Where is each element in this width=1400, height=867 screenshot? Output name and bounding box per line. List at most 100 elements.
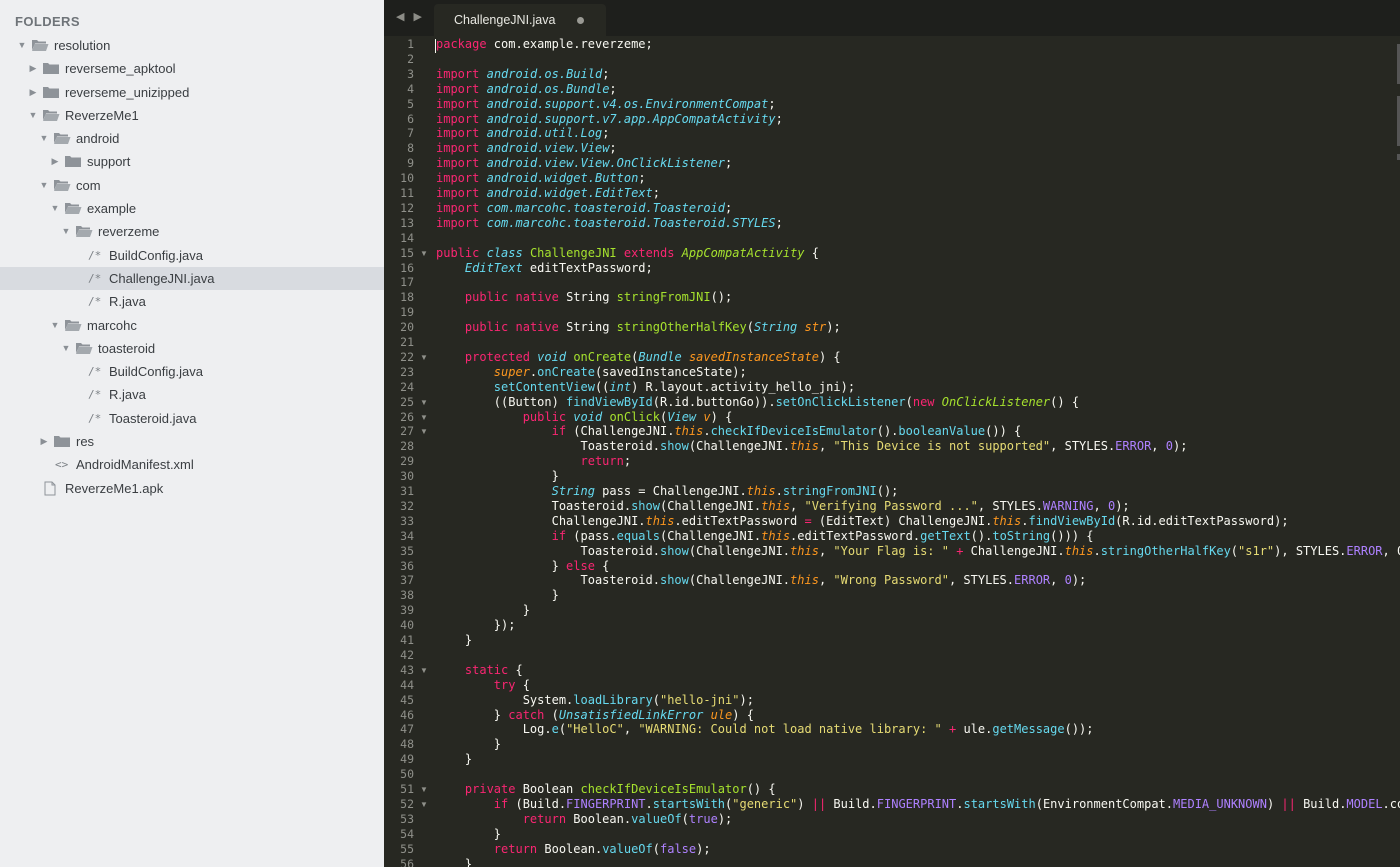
code-line[interactable]: public class ChallengeJNI extends AppCom… [436, 246, 819, 260]
tree-item-reverzeme[interactable]: ▼ reverzeme [0, 220, 384, 243]
folder-open-icon [43, 109, 60, 121]
code-line[interactable]: import android.view.View.OnClickListener… [436, 156, 732, 170]
tree-item-example[interactable]: ▼ example [0, 197, 384, 220]
fold-arrow-icon[interactable]: ▼ [420, 800, 428, 809]
code-line[interactable]: import com.marcohc.toasteroid.Toasteroid… [436, 201, 732, 215]
disclosure-right-icon[interactable]: ▶ [27, 57, 39, 80]
fold-arrow-icon[interactable]: ▼ [420, 427, 428, 436]
code-line[interactable]: } [436, 633, 472, 647]
code-line[interactable]: public native String stringFromJNI(); [436, 290, 732, 304]
code-line[interactable]: EditText editTextPassword; [436, 261, 653, 275]
code-line[interactable]: } [436, 588, 559, 602]
tree-item-challengejni-java[interactable]: /* ChallengeJNI.java [0, 266, 384, 291]
code-line[interactable]: return Boolean.valueOf(true); [436, 812, 733, 826]
tree-item-toasteroid[interactable]: ▼ toasteroid [0, 337, 384, 360]
code-line[interactable]: Toasteroid.show(ChallengeJNI.this, "Veri… [436, 499, 1130, 513]
disclosure-down-icon[interactable]: ▼ [38, 174, 50, 197]
code-line[interactable]: } [436, 737, 501, 751]
tree-item-reverzeme1[interactable]: ▼ ReverzeMe1 [0, 104, 384, 127]
fold-arrow-icon[interactable]: ▼ [420, 353, 428, 362]
code-line[interactable]: } catch (UnsatisfiedLinkError ule) { [436, 708, 754, 722]
code-line[interactable]: public native String stringOtherHalfKey(… [436, 320, 841, 334]
fold-arrow-icon[interactable]: ▼ [420, 413, 428, 422]
disclosure-down-icon[interactable]: ▼ [16, 34, 28, 57]
code-line[interactable]: if (Build.FINGERPRINT.startsWith("generi… [436, 797, 1400, 811]
code-line[interactable]: Log.e("HelloC", "WARNING: Could not load… [436, 722, 1094, 736]
code-line[interactable]: return Boolean.valueOf(false); [436, 842, 711, 856]
code-line[interactable]: protected void onCreate(Bundle savedInst… [436, 350, 841, 364]
code-editor[interactable]: 1 package com.example.reverzeme; 2 3 import … [384, 36, 1400, 867]
fold-arrow-icon[interactable]: ▼ [420, 785, 428, 794]
code-line[interactable]: super.onCreate(savedInstanceState); [436, 365, 747, 379]
code-line[interactable]: import android.os.Build; [436, 67, 609, 81]
code-line[interactable]: import android.view.View; [436, 141, 617, 155]
tree-item-resolution[interactable]: ▼ resolution [0, 34, 384, 57]
code-token: public [464, 320, 509, 335]
code-line[interactable]: import android.support.v4.os.Environment… [436, 97, 776, 111]
tree-item-r-java[interactable]: /* R.java [0, 290, 384, 313]
code-line[interactable]: }); [436, 618, 516, 632]
tab-nav-arrows-icon[interactable]: ◀ ▶ [396, 10, 425, 23]
tree-item-androidmanifest-xml[interactable]: <> AndroidManifest.xml [0, 453, 384, 476]
disclosure-right-icon[interactable]: ▶ [49, 150, 61, 173]
code-line[interactable]: } [436, 469, 559, 483]
tree-item-com[interactable]: ▼ com [0, 174, 384, 197]
code-line[interactable]: import android.support.v7.app.AppCompatA… [436, 112, 783, 126]
disclosure-right-icon[interactable]: ▶ [27, 81, 39, 104]
code-line[interactable]: return; [436, 454, 632, 468]
tree-item-toasteroid-java[interactable]: /* Toasteroid.java [0, 407, 384, 430]
code-token: str [804, 320, 827, 335]
tree-item-reverseme-unizipped[interactable]: ▶ reverseme_unizipped [0, 81, 384, 104]
code-line[interactable]: System.loadLibrary("hello-jni"); [436, 693, 754, 707]
tree-item-r-java[interactable]: /* R.java [0, 383, 384, 406]
code-line[interactable]: } else { [436, 559, 610, 573]
code-line[interactable]: public void onClick(View v) { [436, 409, 733, 424]
code-line[interactable]: import android.os.Bundle; [436, 82, 617, 96]
tree-item-marcohc[interactable]: ▼ marcohc [0, 314, 384, 337]
code-token: View [667, 409, 697, 424]
disclosure-down-icon[interactable]: ▼ [60, 337, 72, 360]
code-line[interactable]: ChallengeJNI.this.editTextPassword = (Ed… [436, 514, 1289, 528]
tab-challengejni[interactable]: ChallengeJNI.java [434, 4, 606, 36]
tree-item-reverzeme1-apk[interactable]: ReverzeMe1.apk [0, 477, 384, 500]
code-line[interactable]: try { [436, 678, 530, 692]
code-line[interactable]: import com.marcohc.toasteroid.Toasteroid… [436, 216, 783, 230]
code-line[interactable]: Toasteroid.show(ChallengeJNI.this, "Your… [436, 544, 1400, 558]
code-line[interactable]: Toasteroid.show(ChallengeJNI.this, "This… [436, 439, 1187, 453]
disclosure-down-icon[interactable]: ▼ [60, 220, 72, 243]
code-line[interactable]: import android.widget.Button; [436, 171, 646, 185]
code-line[interactable]: Toasteroid.show(ChallengeJNI.this, "Wron… [436, 573, 1086, 587]
code-line[interactable]: } [436, 827, 501, 841]
code-line[interactable]: if (pass.equals(ChallengeJNI.this.editTe… [436, 529, 1094, 543]
disclosure-right-icon[interactable]: ▶ [38, 430, 50, 453]
tree-item-reverseme-apktool[interactable]: ▶ reverseme_apktool [0, 57, 384, 80]
code-line[interactable]: } [436, 603, 530, 617]
code-line[interactable]: static { [436, 663, 523, 677]
disclosure-down-icon[interactable]: ▼ [38, 127, 50, 150]
code-token: , [790, 498, 805, 513]
code-line[interactable]: setContentView((int) R.layout.activity_h… [436, 380, 855, 394]
code-line[interactable]: if (ChallengeJNI.this.checkIfDeviceIsEmu… [436, 424, 1022, 438]
tree-item-res[interactable]: ▶ res [0, 430, 384, 453]
code-line[interactable]: private Boolean checkIfDeviceIsEmulator(… [436, 782, 776, 796]
tree-item-support[interactable]: ▶ support [0, 150, 384, 173]
disclosure-down-icon[interactable]: ▼ [27, 104, 39, 127]
code-line[interactable]: import android.widget.EditText; [436, 186, 660, 200]
code-line[interactable]: package com.example.reverzeme; [436, 37, 653, 51]
tree-item-buildconfig-java[interactable]: /* BuildConfig.java [0, 244, 384, 267]
disclosure-down-icon[interactable]: ▼ [49, 314, 61, 337]
fold-arrow-icon[interactable]: ▼ [420, 249, 428, 258]
code-line[interactable]: import android.util.Log; [436, 126, 609, 140]
code-line[interactable]: ((Button) findViewById(R.id.buttonGo)).s… [436, 395, 1079, 409]
code-line[interactable]: String pass = ChallengeJNI.this.stringFr… [436, 484, 899, 498]
tree-item-buildconfig-java[interactable]: /* BuildConfig.java [0, 360, 384, 383]
code-line[interactable]: } [436, 857, 472, 867]
line-number: 11 [400, 186, 414, 200]
code-token: Toasteroid. [436, 573, 660, 588]
fold-arrow-icon[interactable]: ▼ [420, 666, 428, 675]
code-line[interactable]: } [436, 752, 472, 766]
unsaved-dot-icon[interactable] [577, 17, 584, 24]
tree-item-android[interactable]: ▼ android [0, 127, 384, 150]
disclosure-down-icon[interactable]: ▼ [49, 197, 61, 220]
fold-arrow-icon[interactable]: ▼ [420, 398, 428, 407]
